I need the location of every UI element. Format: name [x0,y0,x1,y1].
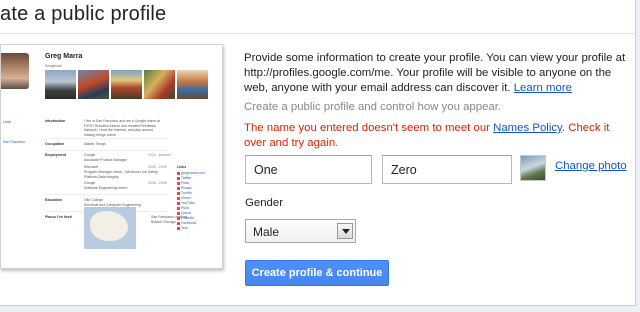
create-profile-button[interactable]: Create profile & continue [245,260,389,286]
gender-select[interactable]: Male [245,219,356,243]
change-photo-link[interactable]: Change photo [555,160,627,172]
preview-link: YouTube [177,201,195,205]
preview-scrapbook-label: Scrapbook [45,64,62,68]
preview-employment-years: 2008 - 2008 [148,181,167,185]
preview-employment-years: 2010 - present [148,153,171,157]
preview-left-link: San Francisco [3,140,26,144]
preview-link: gregmarra.com [177,171,205,175]
preview-row-label: Introduction [45,119,66,123]
preview-links-heading: Links [177,165,187,169]
preview-link: Facebook [177,221,196,225]
scrapbook-photo [45,70,76,99]
error-text: The name you entered doesn't seem to mee… [244,122,494,134]
preview-name: Greg Marra [45,53,83,60]
preview-row-text: I live in San Francisco and am a Google … [84,119,160,137]
profile-photo-thumbnail[interactable] [520,155,546,181]
gender-selected-value: Male [253,225,280,239]
last-name-input[interactable] [382,155,512,184]
preview-row-text: Olin College [84,198,104,202]
preview-divider [45,150,167,151]
preview-avatar [1,53,29,89]
preview-scrapbook-photos [45,70,208,99]
preview-row-text: Makes Things [84,142,106,146]
preview-places-map [84,207,136,249]
preview-row-label: Employment [45,153,67,157]
preview-employment-role: Software Engineering Intern [84,186,128,190]
preview-divider [45,194,167,195]
preview-row-label: Places I've lived [45,215,72,219]
name-policy-error: The name you entered doesn't seem to mee… [244,121,634,151]
preview-employment-role: Associate Product Manager [84,158,127,162]
preview-link: Picasa [177,186,192,190]
learn-more-link[interactable]: Learn more [514,82,572,94]
gender-label: Gender [245,197,283,209]
preview-row-label: Occupation [45,142,65,146]
preview-link: Twitter [177,176,191,180]
map-land [90,211,128,241]
profile-setup-window: ate a public profile Greg Marra Scrapboo… [0,0,636,306]
preview-link: Flickr [177,181,189,185]
preview-link: Vimeo [177,196,191,200]
first-name-input[interactable] [245,155,372,184]
preview-link: Quora [177,211,191,215]
preview-left-link: Links [3,120,12,124]
profile-preview-card: Greg Marra Scrapbook Links San Francisco… [0,44,223,269]
intro-paragraph: Provide some information to create your … [244,51,634,96]
scrapbook-photo [78,70,109,99]
scrapbook-photo [111,70,142,99]
preview-link: Yelp [177,226,188,230]
control-hint: Create a public profile and control how … [244,101,502,113]
names-policy-link[interactable]: Names Policy [493,122,562,134]
preview-link: Tumblr [177,191,192,195]
preview-employment-years: 2009 - 2009 [148,165,167,169]
preview-link: LinkedIn [177,216,194,220]
scrapbook-photo [144,70,175,99]
preview-row-label: Education [45,198,62,202]
title-divider [0,33,635,34]
preview-link: Plurk [177,206,189,210]
scrapbook-photo [177,70,208,99]
chevron-down-icon[interactable] [337,223,353,239]
page-title: ate a public profile [0,3,167,25]
preview-divider [45,138,167,139]
preview-employment-role: Program Manager Intern - Windows Live Sa… [84,170,158,179]
